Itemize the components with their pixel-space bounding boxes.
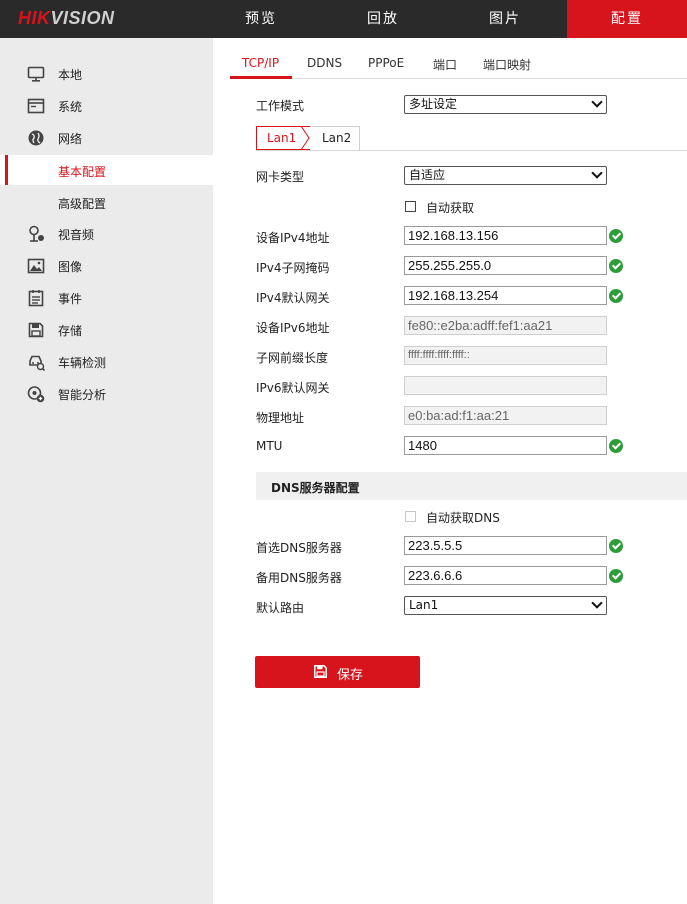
- ipv4-addr-field[interactable]: 192.168.13.156: [404, 226, 607, 245]
- mtu-label: MTU: [256, 439, 283, 453]
- valid-check-icon: [609, 259, 623, 273]
- ipv6-gateway-label: IPv6默认网关: [256, 381, 330, 395]
- ipv6-addr-label: 设备IPv6地址: [256, 321, 330, 335]
- nic-type-label: 网卡类型: [256, 170, 305, 184]
- primary-dns-field[interactable]: 223.5.5.5: [404, 536, 607, 555]
- sidebar-subitem-advanced-config[interactable]: 高级配置: [0, 187, 213, 217]
- prefix-length-field: ffff:ffff:ffff:ffff::: [404, 346, 607, 365]
- work-mode-value: 多址设定: [409, 97, 458, 111]
- valid-check-icon: [609, 569, 623, 583]
- sidebar-item-image[interactable]: 图像: [0, 252, 213, 280]
- prefix-length-label: 子网前缀长度: [256, 351, 329, 365]
- valid-check-icon: [609, 229, 623, 243]
- default-route-label: 默认路由: [256, 601, 305, 615]
- sidebar-item-label: 智能分析: [58, 388, 107, 402]
- sidebar-item-local[interactable]: 本地: [0, 60, 213, 88]
- tab-tcpip[interactable]: TCP/IP: [242, 56, 279, 70]
- smart-analysis-icon: [27, 386, 45, 403]
- hikvision-logo: HIKVISION: [18, 8, 115, 29]
- mac-address-field: e0:ba:ad:f1:aa:21: [404, 406, 607, 425]
- tab-pppoe[interactable]: PPPoE: [368, 56, 404, 70]
- audio-video-icon: [29, 225, 44, 242]
- default-route-value: Lan1: [409, 598, 439, 612]
- ipv4-mask-label: IPv4子网掩码: [256, 261, 330, 275]
- top-navigation-bar: HIKVISION 预览 回放 图片 配置: [0, 0, 687, 38]
- sidebar-subitem-basic-config[interactable]: 基本配置: [0, 155, 213, 185]
- mac-address-label: 物理地址: [256, 411, 305, 425]
- work-mode-select[interactable]: 多址设定: [404, 95, 607, 114]
- nav-preview[interactable]: 预览: [201, 0, 321, 38]
- storage-icon: [28, 322, 44, 338]
- sidebar-item-storage[interactable]: 存储: [0, 316, 213, 344]
- tab-port-mapping[interactable]: 端口映射: [483, 56, 531, 73]
- sidebar-item-label: 事件: [58, 292, 83, 306]
- tab-ddns[interactable]: DDNS: [307, 56, 342, 70]
- auto-get-checkbox[interactable]: [405, 201, 416, 212]
- sidebar-item-network[interactable]: 网络: [0, 124, 213, 152]
- nav-configuration[interactable]: 配置: [567, 0, 687, 38]
- logo-text-hik: HIK: [18, 8, 51, 28]
- ipv4-addr-label: 设备IPv4地址: [256, 231, 330, 245]
- sidebar-item-audio-video[interactable]: 视音频: [0, 220, 213, 248]
- sidebar-item-label: 系统: [58, 100, 83, 114]
- save-button-label: 保存: [337, 668, 364, 683]
- sidebar-item-label: 视音频: [58, 228, 95, 242]
- system-icon: [27, 98, 45, 114]
- sidebar-subitem-label: 高级配置: [58, 197, 107, 211]
- tab-lan2-label: Lan2: [322, 131, 352, 145]
- vehicle-detection-icon: [29, 355, 45, 371]
- secondary-dns-field[interactable]: 223.6.6.6: [404, 566, 607, 585]
- nav-playback[interactable]: 回放: [323, 0, 443, 38]
- save-button[interactable]: 保存: [255, 656, 420, 688]
- sidebar-item-label: 本地: [58, 68, 83, 82]
- default-route-select[interactable]: Lan1: [404, 596, 607, 615]
- config-tabs: TCP/IP DDNS PPPoE 端口 端口映射: [230, 52, 687, 79]
- nic-type-select[interactable]: 自适应: [404, 166, 607, 185]
- image-icon: [27, 258, 45, 274]
- sidebar-item-label: 图像: [58, 260, 83, 274]
- nic-type-value: 自适应: [409, 168, 446, 182]
- lan1-tab-arrow: [301, 126, 310, 150]
- auto-dns-label: 自动获取DNS: [426, 511, 500, 525]
- mtu-field[interactable]: 1480: [404, 436, 607, 455]
- ipv4-gateway-field[interactable]: 192.168.13.254: [404, 286, 607, 305]
- sidebar-item-vehicle-detection[interactable]: 车辆检测: [0, 348, 213, 376]
- ipv4-mask-field[interactable]: 255.255.255.0: [404, 256, 607, 275]
- event-icon: [28, 290, 44, 307]
- sidebar-item-event[interactable]: 事件: [0, 284, 213, 312]
- active-tab-indicator: [230, 76, 292, 79]
- valid-check-icon: [609, 289, 623, 303]
- work-mode-label: 工作模式: [256, 99, 305, 113]
- auto-get-label: 自动获取: [426, 201, 475, 215]
- primary-dns-label: 首选DNS服务器: [256, 541, 342, 555]
- dns-section-title: DNS服务器配置: [271, 481, 360, 495]
- sidebar-item-label: 网络: [58, 132, 83, 146]
- tab-port[interactable]: 端口: [433, 56, 457, 73]
- sidebar-item-label: 车辆检测: [58, 356, 107, 370]
- valid-check-icon: [609, 439, 623, 453]
- globe-icon: [28, 130, 44, 146]
- sidebar-item-smart-analysis[interactable]: 智能分析: [0, 380, 213, 408]
- chevron-down-icon: [591, 597, 603, 609]
- ipv6-gateway-field: [404, 376, 607, 395]
- logo-text-vision: VISION: [50, 8, 115, 28]
- secondary-dns-label: 备用DNS服务器: [256, 571, 342, 585]
- chevron-down-icon: [591, 96, 603, 108]
- chevron-down-icon: [591, 167, 603, 179]
- lan-tabs-divider: [256, 150, 687, 151]
- auto-dns-checkbox[interactable]: [405, 511, 416, 522]
- dns-section-header: DNS服务器配置: [256, 472, 687, 500]
- ipv4-gateway-label: IPv4默认网关: [256, 291, 330, 305]
- monitor-icon: [27, 66, 45, 82]
- tab-lan2[interactable]: Lan2: [310, 126, 360, 150]
- ipv6-addr-field: fe80::e2ba:adff:fef1:aa21: [404, 316, 607, 335]
- tab-lan1-label: Lan1: [267, 131, 297, 145]
- valid-check-icon: [609, 539, 623, 553]
- sidebar-subitem-label: 基本配置: [58, 165, 107, 179]
- nav-picture[interactable]: 图片: [445, 0, 565, 38]
- sidebar-item-system[interactable]: 系统: [0, 92, 213, 120]
- sidebar-item-label: 存储: [58, 324, 83, 338]
- save-icon: [314, 665, 327, 678]
